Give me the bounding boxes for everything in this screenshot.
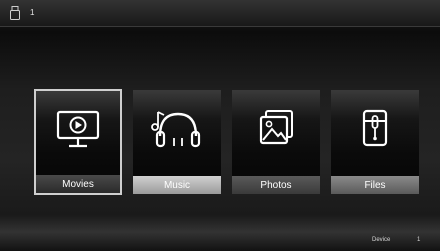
tv-play-icon bbox=[56, 110, 100, 148]
tile-music[interactable]: Music bbox=[133, 90, 221, 194]
photo-stack-icon bbox=[259, 110, 293, 145]
folder-clip-icon bbox=[362, 109, 388, 147]
tile-files[interactable]: Files bbox=[331, 90, 419, 194]
tile-files-label: Files bbox=[331, 176, 419, 194]
usb-drive-icon bbox=[10, 6, 20, 20]
status-bar: 1 bbox=[0, 0, 440, 27]
tile-photos-label: Photos bbox=[232, 176, 320, 194]
source-value: 1 bbox=[417, 237, 421, 243]
status-indicator-value: 1 bbox=[30, 8, 35, 17]
tile-movies-label: Movies bbox=[36, 175, 120, 193]
source-label: Device bbox=[372, 237, 391, 243]
media-home-screen: 1 Movies Music Photos Files Device 1 bbox=[0, 0, 440, 251]
tile-photos[interactable]: Photos bbox=[232, 90, 320, 194]
menu-tiles: Movies Music Photos Files bbox=[34, 89, 424, 195]
tile-movies[interactable]: Movies bbox=[34, 89, 122, 195]
tile-music-label: Music bbox=[133, 176, 221, 194]
headphones-music-icon bbox=[151, 111, 201, 148]
